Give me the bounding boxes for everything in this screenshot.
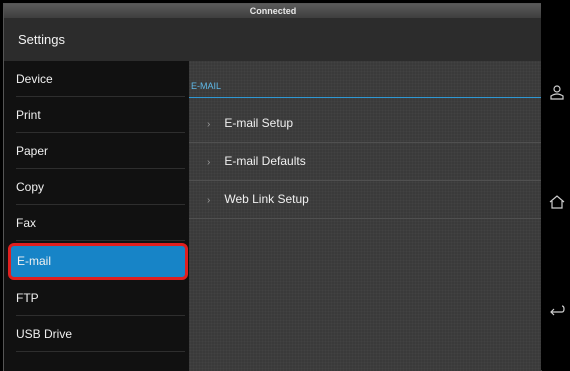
sidebar-item-copy[interactable]: Copy (4, 169, 189, 205)
sidebar-item-fax[interactable]: Fax (4, 205, 189, 241)
menu-item-label: E-mail Defaults (224, 154, 306, 168)
menu-item-email-defaults[interactable]: › E-mail Defaults (189, 143, 542, 181)
home-icon[interactable] (549, 194, 565, 210)
chevron-right-icon: › (207, 195, 211, 206)
sidebar-item-device[interactable]: Device (4, 61, 189, 97)
sidebar-item-label: Copy (16, 180, 45, 194)
sidebar-item-email[interactable]: E-mail (8, 243, 188, 280)
menu-list: › E-mail Setup › E-mail Defaults › Web L… (189, 105, 542, 219)
sidebar-item-label: Print (16, 108, 41, 122)
content-panel: E-MAIL › E-mail Setup › E-mail Defaults … (189, 61, 542, 371)
profile-icon[interactable] (549, 84, 565, 100)
sidebar-item-label: Paper (16, 144, 49, 158)
sidebar-item-label: E-mail (17, 254, 52, 268)
nav-bar (541, 0, 570, 370)
status-bar: Connected (4, 4, 542, 18)
sidebar-item-usb-drive[interactable]: USB Drive (4, 316, 189, 352)
menu-item-label: Web Link Setup (224, 192, 309, 206)
chevron-right-icon: › (207, 119, 211, 130)
sidebar-item-print[interactable]: Print (4, 97, 189, 133)
section-header: E-MAIL (189, 74, 542, 98)
page-title: Settings (18, 32, 65, 47)
sidebar-item-label: USB Drive (16, 327, 73, 341)
sidebar-item-paper[interactable]: Paper (4, 133, 189, 169)
back-icon[interactable] (549, 302, 565, 318)
sidebar-item-ftp[interactable]: FTP (4, 280, 189, 316)
menu-item-web-link-setup[interactable]: › Web Link Setup (189, 181, 542, 219)
sidebar-item-label: FTP (16, 291, 39, 305)
menu-item-label: E-mail Setup (224, 116, 294, 130)
status-text: Connected (249, 6, 297, 16)
sidebar-item-label: Fax (16, 216, 37, 230)
screen: Connected Settings Device Print Paper Co… (3, 3, 542, 371)
menu-item-email-setup[interactable]: › E-mail Setup (189, 105, 542, 143)
chevron-right-icon: › (207, 157, 211, 168)
sidebar: Device Print Paper Copy Fax E-mail FTP U… (4, 61, 189, 371)
sidebar-item-label: Device (16, 72, 53, 86)
device-frame: Connected Settings Device Print Paper Co… (0, 0, 570, 371)
